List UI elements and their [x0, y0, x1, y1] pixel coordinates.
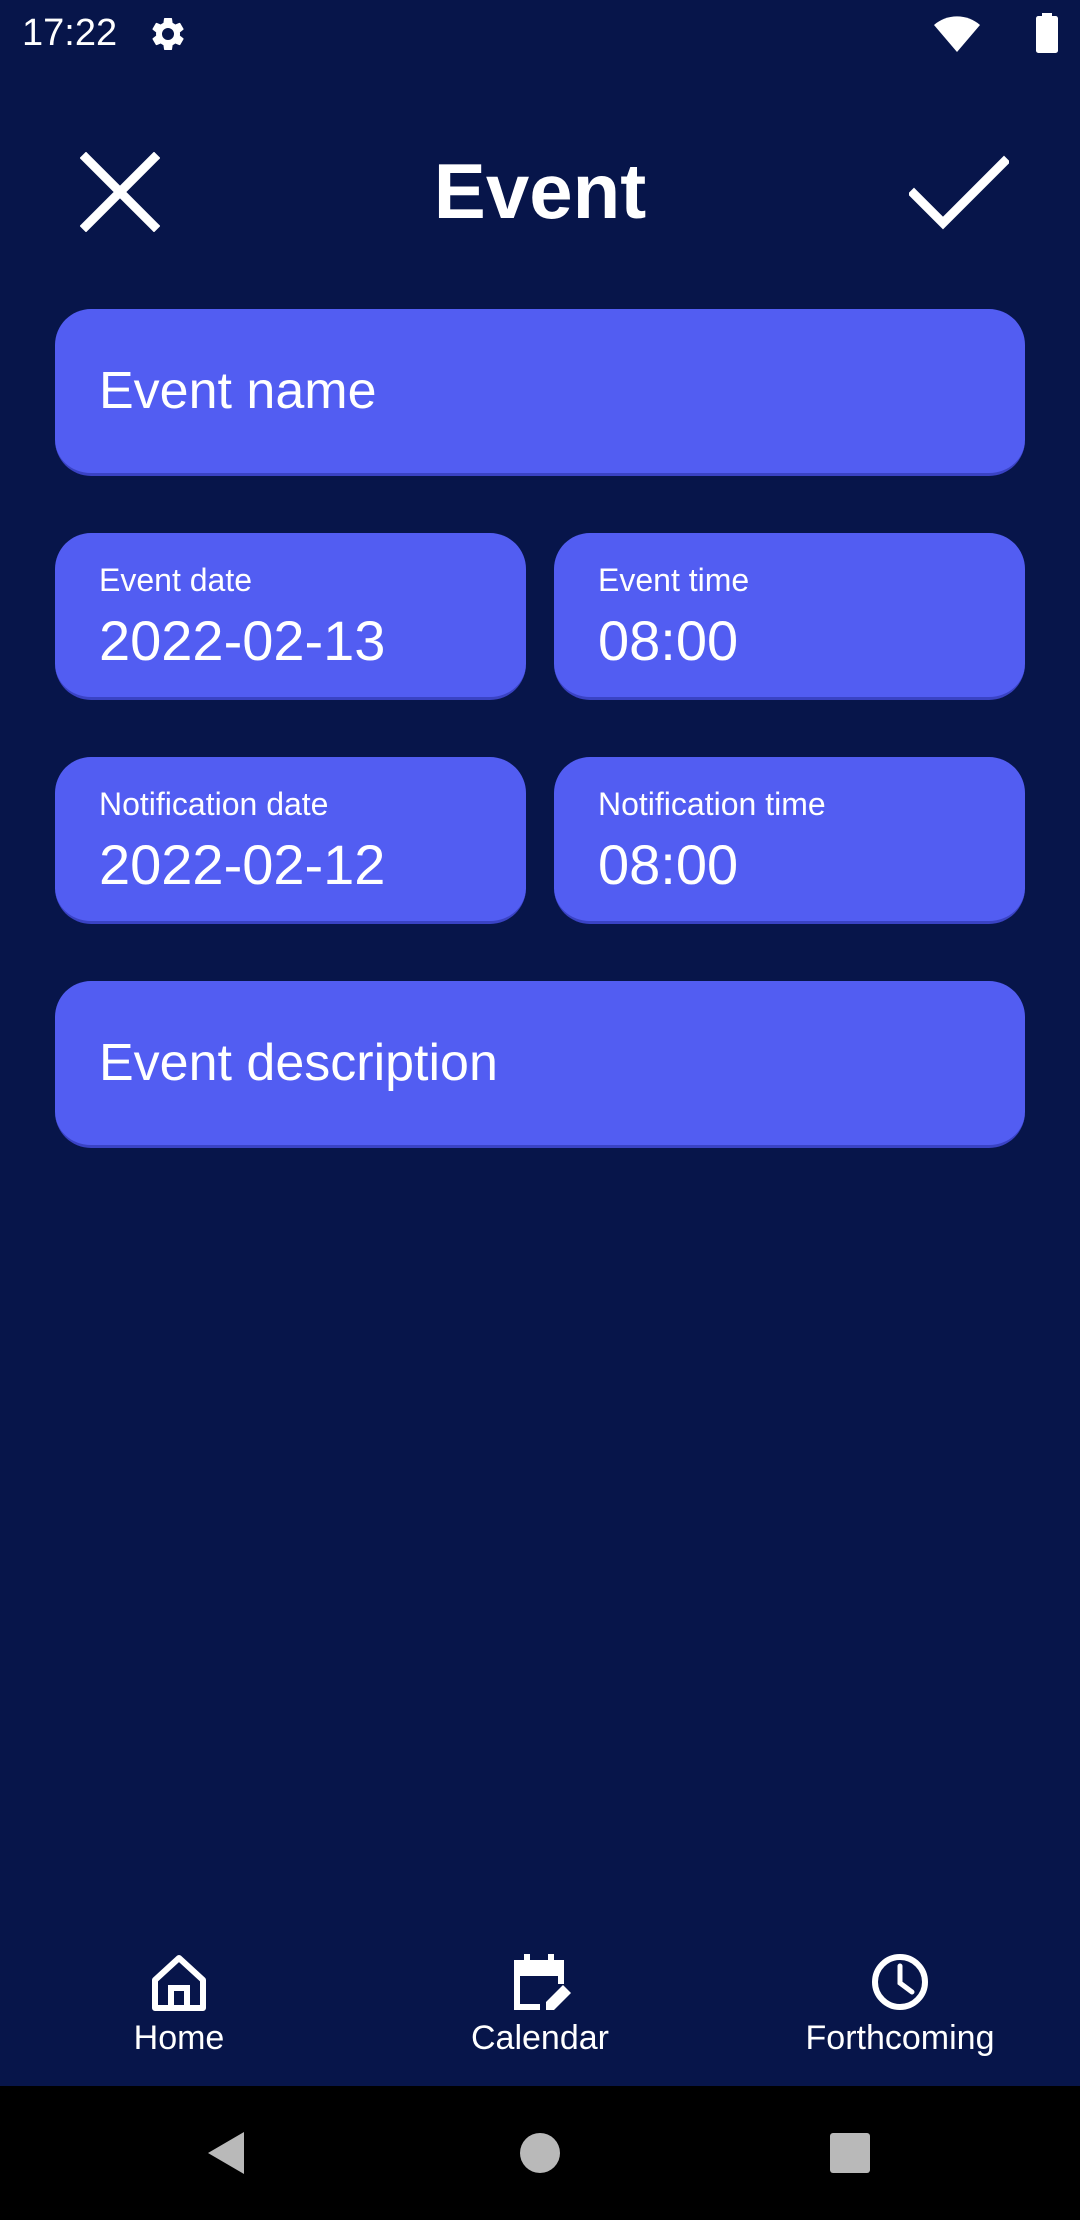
notification-date-field[interactable]: Notification date 2022-02-12 [55, 757, 526, 924]
status-time: 17:22 [22, 12, 118, 54]
notification-time-field[interactable]: Notification time 08:00 [554, 757, 1025, 924]
home-circle-icon [520, 2133, 560, 2173]
nav-item-calendar[interactable]: Calendar [390, 1924, 690, 2086]
recents-button[interactable] [815, 2118, 885, 2188]
back-button[interactable] [192, 2118, 262, 2188]
nav-label-calendar: Calendar [471, 2019, 609, 2057]
system-navigation-bar [0, 2086, 1080, 2220]
event-time-field[interactable]: Event time 08:00 [554, 533, 1025, 700]
event-time-value: 08:00 [598, 609, 739, 672]
event-name-field[interactable]: Event name [55, 309, 1025, 476]
notification-time-label: Notification time [598, 786, 826, 822]
bottom-navigation: Home Calendar Forthcoming [0, 1924, 1080, 2086]
nav-item-forthcoming[interactable]: Forthcoming [750, 1924, 1050, 2086]
app-bar: Event [0, 120, 1080, 260]
notification-time-value: 08:00 [598, 833, 739, 896]
nav-label-forthcoming: Forthcoming [805, 2019, 995, 2057]
nav-item-home[interactable]: Home [29, 1924, 329, 2086]
wifi-icon [932, 14, 982, 54]
event-name-placeholder: Event name [99, 362, 377, 420]
event-date-value: 2022-02-13 [99, 609, 386, 672]
event-date-field[interactable]: Event date 2022-02-13 [55, 533, 526, 700]
home-icon [152, 1955, 206, 2011]
home-system-button[interactable] [505, 2118, 575, 2188]
clock-icon [872, 1954, 928, 2010]
back-triangle-icon [208, 2132, 244, 2174]
nav-label-home: Home [133, 2019, 225, 2057]
recents-square-icon [830, 2133, 870, 2173]
check-icon [909, 155, 1009, 230]
event-date-label: Event date [99, 562, 252, 598]
calendar-edit-icon [514, 1954, 571, 2010]
settings-gear-icon [148, 14, 188, 54]
battery-icon [1036, 13, 1058, 53]
notification-date-value: 2022-02-12 [99, 833, 386, 896]
event-time-label: Event time [598, 562, 750, 598]
notification-date-label: Notification date [99, 786, 329, 822]
status-bar: 17:22 [0, 0, 1080, 66]
event-description-field[interactable]: Event description [55, 981, 1025, 1148]
event-description-placeholder: Event description [99, 1034, 498, 1092]
confirm-button[interactable] [904, 142, 1014, 242]
